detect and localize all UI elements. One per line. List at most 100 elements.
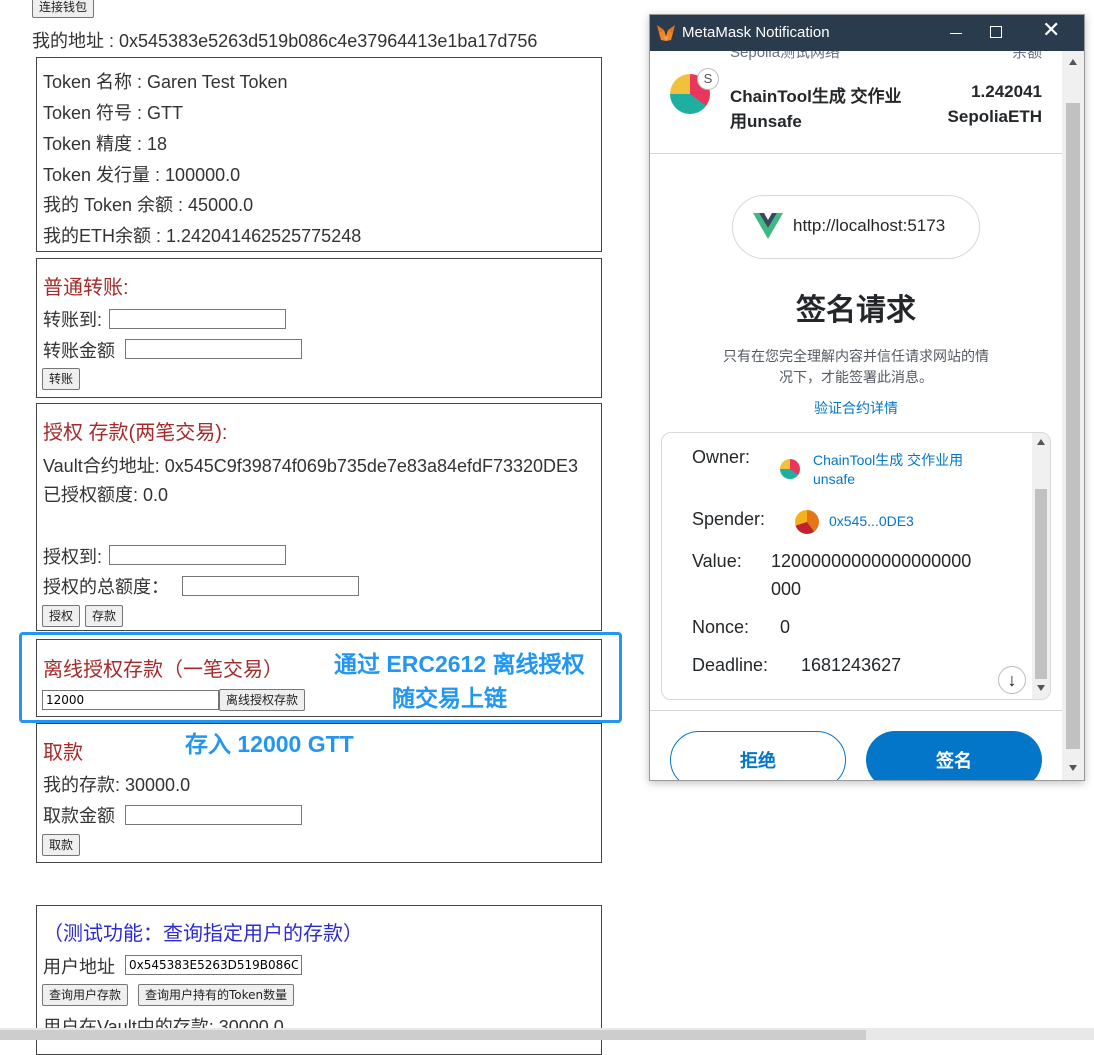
value-label: Value: [692, 551, 742, 571]
approve-to-label: 授权到: [43, 547, 103, 567]
maximize-icon[interactable] [990, 26, 1002, 38]
token-symbol: Token 符号 : GTT [43, 99, 183, 125]
user-address-label: 用户地址 [43, 957, 115, 977]
balance-unit: SepoliaETH [947, 107, 1042, 126]
origin-pill: http://localhost:5173 [732, 195, 980, 259]
vault-address: Vault合约地址: 0x545C9f39874f069b735de7e83a8… [43, 452, 578, 478]
warning-line1: 只有在您完全理解内容并信任请求网站的情 [723, 348, 989, 364]
vault-address-value: 0x545C9f39874f069b735de7e83a84efdF73320D… [164, 456, 579, 476]
metamask-fox-icon [657, 25, 675, 41]
balance-label: 余额 [1011, 51, 1042, 61]
footer-divider [650, 710, 1062, 711]
vault-address-label: Vault合约地址: [43, 456, 165, 476]
message-scroll-up-icon[interactable] [1037, 439, 1045, 445]
owner-name-line2[interactable]: unsafe [813, 471, 855, 487]
metamask-window-title: MetaMask Notification [682, 24, 830, 41]
withdraw-button[interactable]: 取款 [42, 834, 81, 856]
token-decimals: Token 精度 : 18 [43, 130, 167, 156]
my-eth-balance: 我的ETH余额 : 1.242041462525775248 [43, 222, 361, 248]
withdraw-amount-input[interactable] [125, 805, 302, 825]
deadline-label: Deadline: [692, 655, 769, 675]
approve-button[interactable]: 授权 [42, 605, 81, 627]
transfer-amount-label: 转账金额 [43, 341, 115, 361]
transfer-title: 普通转账: [43, 277, 129, 299]
page-scrollbar-thumb[interactable] [0, 1030, 866, 1040]
my-address-label: 我的地址 : [32, 31, 120, 51]
deadline-value: 1681243627 [801, 655, 902, 675]
warning-line2: 况下，才能签署此消息。 [779, 369, 933, 385]
header-divider [650, 153, 1062, 154]
my-deposit-value: 30000.0 [125, 775, 191, 795]
transfer-button[interactable]: 转账 [42, 368, 81, 390]
query-deposit-button[interactable]: 查询用户存款 [42, 984, 129, 1006]
message-box: Owner: ChainTool生成 交作业用 unsafe Spender: … [661, 432, 1051, 700]
mm-scrollbar-thumb[interactable] [1066, 103, 1080, 749]
verify-contract-link[interactable]: 验证合约详情 [650, 398, 1062, 418]
token-name-label: Token 名称 : [43, 72, 148, 92]
account-name-line2: 用unsafe [730, 112, 802, 131]
transfer-to-input[interactable] [109, 309, 286, 329]
metamask-scrollbar[interactable] [1062, 51, 1084, 780]
allowance: 已授权额度: 0.0 [43, 481, 168, 507]
scroll-down-button[interactable]: ↓ [998, 666, 1026, 694]
spender-avatar [795, 510, 819, 534]
transfer-to-label: 转账到: [43, 310, 103, 330]
account-balance: 1.242041 [971, 82, 1042, 101]
token-decimals-label: Token 精度 : [43, 134, 148, 154]
nonce-value: 0 [780, 617, 791, 637]
message-scrollbar-thumb[interactable] [1035, 489, 1047, 679]
allowance-label: 已授权额度: [43, 485, 144, 505]
token-name: Token 名称 : Garen Test Token [43, 68, 287, 94]
mm-scroll-up-icon[interactable] [1069, 59, 1077, 65]
my-deposit-label: 我的存款: [43, 775, 126, 795]
value-line2: 000 [771, 579, 802, 599]
token-supply-value: 100000.0 [165, 165, 241, 185]
token-symbol-value: GTT [147, 103, 184, 123]
connect-wallet-button[interactable]: 连接钱包 [32, 0, 95, 18]
owner-label: Owner: [692, 447, 751, 467]
metamask-window: MetaMask Notification ✕ Sepolia测试网络 余额 S… [649, 14, 1085, 781]
my-eth-balance-value: 1.242041462525775248 [166, 226, 362, 246]
my-address: 我的地址 : 0x545383e5263d519b086c4e37964413e… [32, 27, 537, 53]
my-token-balance: 我的 Token 余额 : 45000.0 [43, 191, 253, 217]
spender-address[interactable]: 0x545...0DE3 [829, 513, 914, 529]
mm-scroll-down-icon[interactable] [1069, 765, 1077, 771]
approve-deposit-title: 授权 存款(两笔交易): [43, 422, 228, 444]
sign-button[interactable]: 签名 [866, 731, 1042, 780]
approve-total-input[interactable] [182, 576, 359, 596]
approve-total-label: 授权的总额度： [43, 577, 169, 597]
my-token-balance-label: 我的 Token 余额 : [43, 195, 189, 215]
my-eth-balance-label: 我的ETH余额 : [43, 226, 167, 246]
token-supply: Token 发行量 : 100000.0 [43, 161, 240, 187]
my-address-value: 0x545383e5263d519b086c4e37964413e1ba17d7… [119, 31, 538, 51]
withdraw-amount-label: 取款金额 [43, 806, 115, 826]
owner-avatar [780, 459, 800, 479]
origin-url: http://localhost:5173 [793, 216, 946, 235]
user-address-input[interactable] [125, 955, 302, 975]
transfer-amount-input[interactable] [125, 339, 302, 359]
query-token-button[interactable]: 查询用户持有的Token数量 [138, 984, 295, 1006]
deposit-button[interactable]: 存款 [85, 605, 124, 627]
approve-to-input[interactable] [109, 545, 286, 565]
metamask-titlebar: MetaMask Notification ✕ [650, 15, 1084, 51]
metamask-content: Sepolia测试网络 余额 S ChainTool生成 交作业 用unsafe… [650, 51, 1062, 780]
token-supply-label: Token 发行量 : [43, 165, 166, 185]
reject-button[interactable]: 拒绝 [670, 731, 846, 780]
page-horizontal-scrollbar[interactable] [0, 1028, 1094, 1040]
spender-label: Spender: [692, 509, 766, 529]
snap-badge-icon: S [697, 68, 719, 90]
message-scroll-down-icon[interactable] [1037, 685, 1045, 691]
my-token-balance-value: 45000.0 [188, 195, 254, 215]
token-name-value: Garen Test Token [147, 72, 288, 92]
vue-logo-icon [753, 213, 783, 239]
callout-erc2612: 通过 ERC2612 离线授权 [334, 651, 585, 677]
owner-name-line1[interactable]: ChainTool生成 交作业用 [813, 450, 963, 470]
close-icon[interactable]: ✕ [1042, 18, 1060, 43]
network-label: Sepolia测试网络 [730, 51, 841, 61]
test-title: （测试功能：查询指定用户的存款） [43, 923, 363, 945]
message-scrollbar[interactable] [1032, 433, 1050, 699]
token-decimals-value: 18 [147, 134, 168, 154]
minimize-icon[interactable] [946, 24, 966, 42]
value-line1: 12000000000000000000 [771, 551, 972, 571]
my-deposit: 我的存款: 30000.0 [43, 771, 190, 797]
